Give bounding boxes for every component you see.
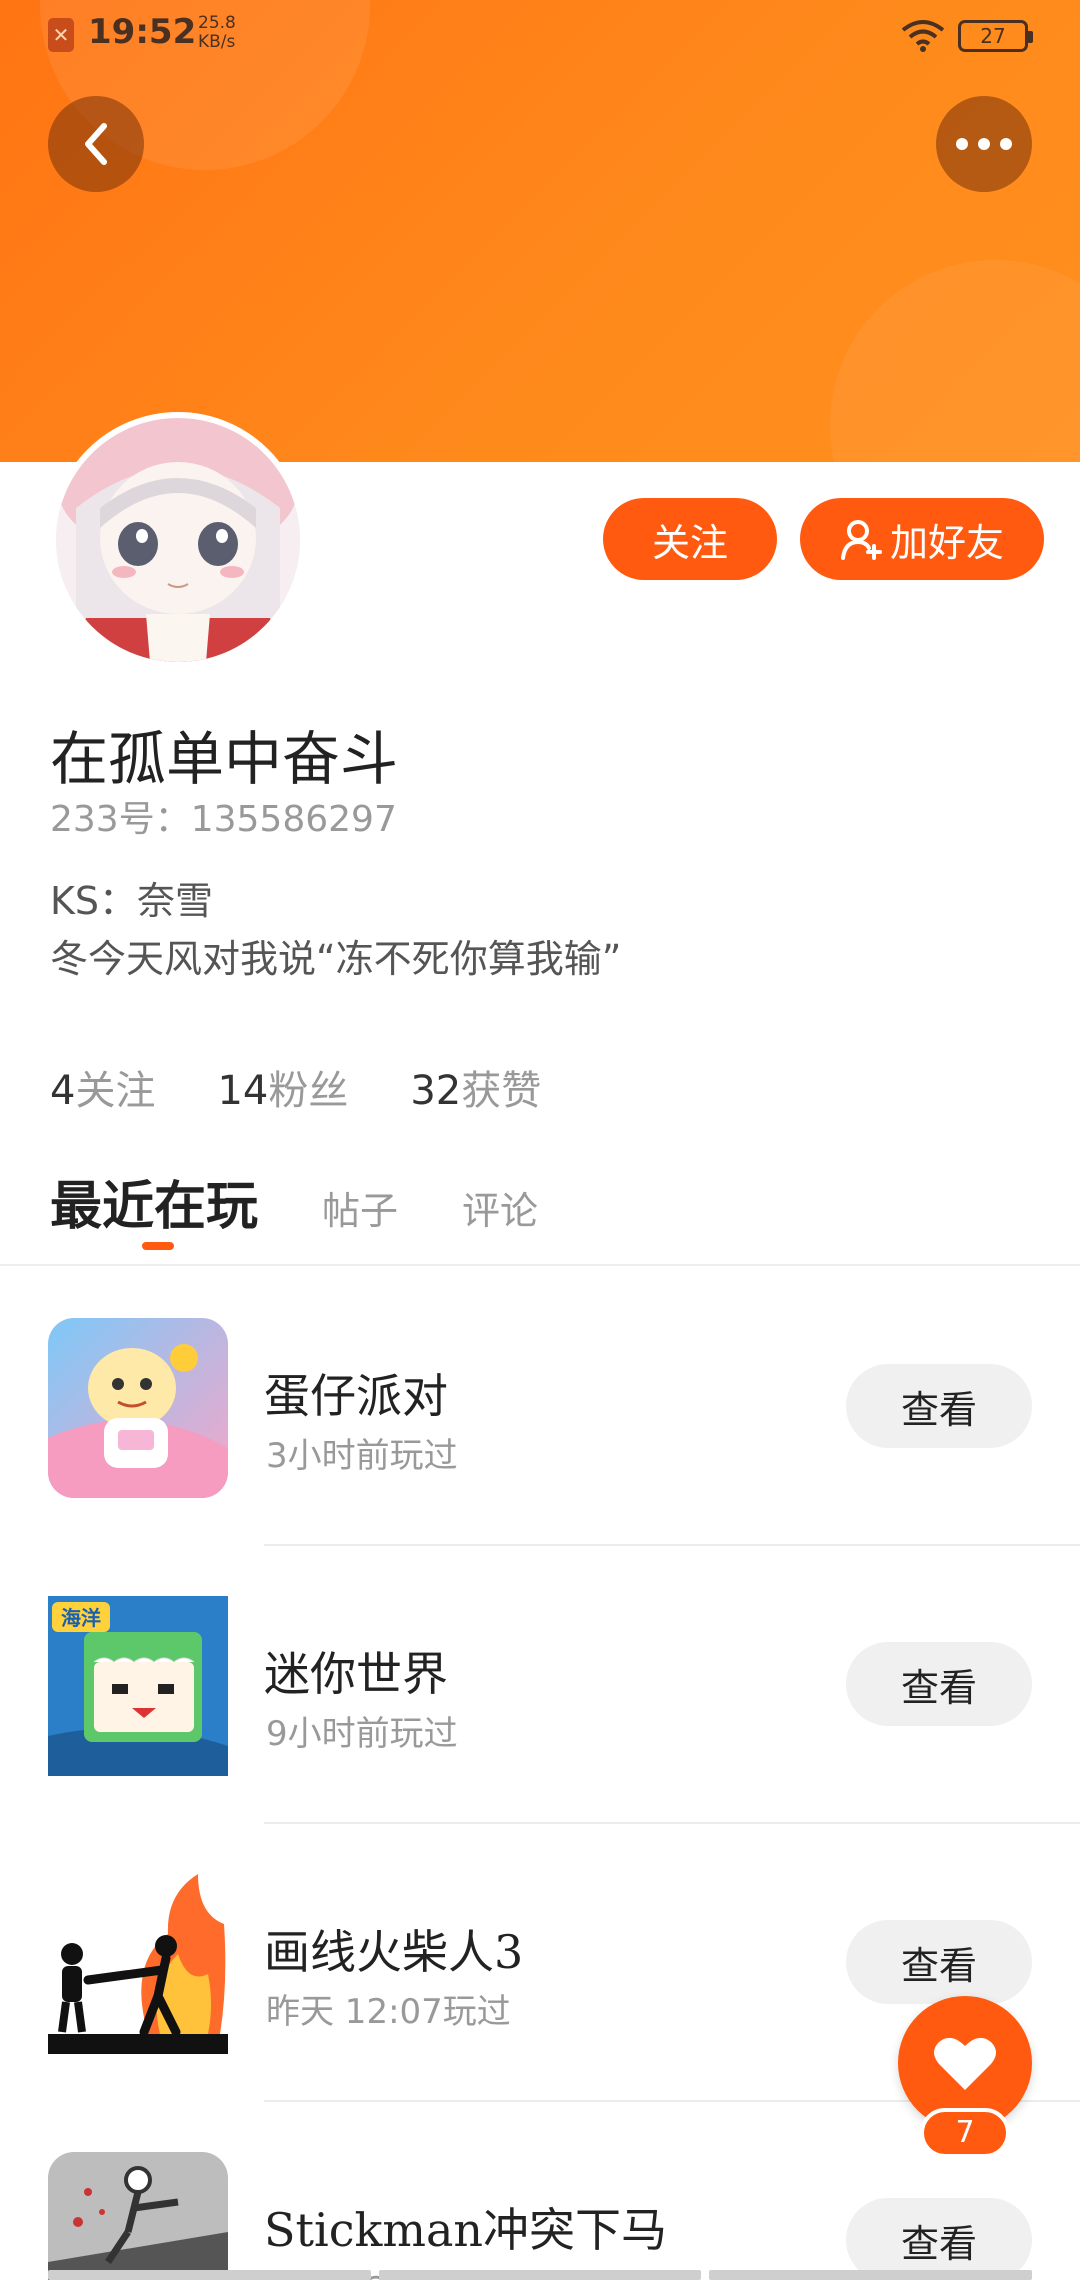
profile-bio: 冬今天风对我说“冻不死你算我输” (50, 937, 622, 981)
notification-app-icon: ✕ (48, 18, 74, 52)
battery-indicator: 27 (958, 20, 1033, 52)
game-name: 画线火柴人3 (264, 1925, 524, 1979)
eggy-party-icon (48, 1318, 228, 1498)
view-button[interactable]: 查看 (846, 1920, 1032, 2004)
add-friend-label: 加好友 (889, 520, 1004, 565)
anime-avatar-image (56, 418, 300, 662)
network-speed-value: 25.8 (198, 13, 236, 33)
game-last-played: 3小时前玩过 (266, 1436, 458, 1476)
like-count-badge: 7 (920, 2108, 1010, 2158)
game-name: Stickman冲突下马 (264, 2203, 668, 2257)
mini-world-icon: 海洋 (48, 1596, 228, 1776)
tab-posts[interactable]: 帖子 (322, 1180, 398, 1239)
draw-stickman-icon (48, 1874, 228, 2054)
stickman-clash-icon (48, 2152, 228, 2280)
game-name: 蛋仔派对 (264, 1369, 448, 1423)
stat-label: 获赞 (461, 1068, 542, 1114)
list-item[interactable]: Stickman冲突下马 昨天 12:06玩过 查看 (0, 2102, 1080, 2280)
profile-name: 在孤单中奋斗 (50, 725, 399, 793)
status-time: 19:52 (88, 12, 197, 52)
stat-num: 14 (217, 1068, 269, 1114)
view-button[interactable]: 查看 (846, 1642, 1032, 1726)
profile-id: 233号：135586297 (50, 799, 397, 840)
stat-fans[interactable]: 14粉丝 (217, 1058, 348, 1116)
view-button[interactable]: 查看 (846, 2198, 1032, 2280)
stat-following[interactable]: 4关注 (50, 1058, 155, 1116)
profile-tabs: 最近在玩 帖子 评论 (50, 1164, 602, 1250)
stat-label: 关注 (75, 1068, 156, 1114)
heart-icon (934, 2037, 996, 2090)
svg-text:海洋: 海洋 (61, 1606, 101, 1630)
tab-comments[interactable]: 评论 (462, 1180, 538, 1239)
add-user-icon (840, 520, 882, 560)
wifi-icon (901, 20, 945, 52)
avatar[interactable] (50, 412, 306, 668)
list-item[interactable]: 蛋仔派对 3小时前玩过 查看 (0, 1268, 1080, 1546)
list-item[interactable]: 海洋 迷你世界 9小时前玩过 查看 (0, 1546, 1080, 1824)
chevron-left-icon (85, 123, 107, 165)
profile-stats: 4关注 14粉丝 32获赞 (50, 1058, 541, 1116)
tab-recently-played[interactable]: 最近在玩 (50, 1164, 259, 1250)
view-button[interactable]: 查看 (846, 1364, 1032, 1448)
stat-likes[interactable]: 32获赞 (410, 1058, 541, 1116)
stat-label: 粉丝 (268, 1068, 349, 1114)
tab-label: 最近在玩 (50, 1177, 259, 1237)
network-speed: 25.8 KB/s (198, 14, 236, 52)
game-last-played: 昨天 12:07玩过 (266, 1992, 511, 2032)
add-friend-button[interactable]: 加好友 (800, 498, 1044, 580)
divider (0, 1264, 1080, 1266)
game-last-played: 9小时前玩过 (266, 1714, 458, 1754)
follow-button[interactable]: 关注 (603, 498, 777, 580)
more-options-button[interactable] (936, 96, 1032, 192)
tab-active-indicator (142, 1242, 174, 1250)
game-name: 迷你世界 (264, 1647, 448, 1701)
stat-num: 4 (50, 1068, 76, 1114)
more-dots-icon (956, 138, 1012, 150)
profile-ks: KS：奈雪 (50, 879, 214, 923)
bottom-edge-bar (48, 2270, 1033, 2280)
status-bar: ✕ 19:52 25.8 KB/s 27 (0, 0, 1080, 70)
network-speed-unit: KB/s (198, 32, 236, 52)
back-button[interactable] (48, 96, 144, 192)
stat-num: 32 (410, 1068, 462, 1114)
